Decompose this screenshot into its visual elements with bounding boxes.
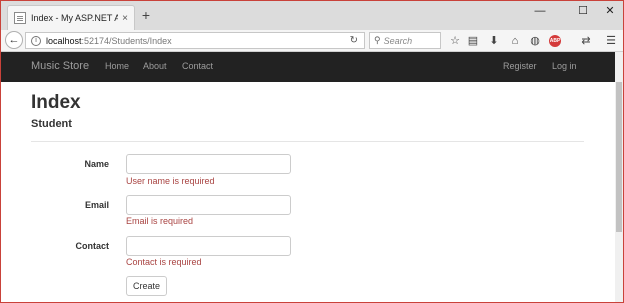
back-button[interactable]: ← [5, 31, 23, 49]
create-button[interactable]: Create [126, 276, 167, 296]
url-path: :52174/Students/Index [81, 35, 172, 46]
browser-toolbar: ← i localhost:52174/Students/Index ↻ ⚲ S… [1, 30, 623, 52]
tab-title: Index - My ASP.NET Applica [31, 13, 118, 23]
nav-link-home[interactable]: Home [105, 61, 129, 71]
browser-tab[interactable]: Index - My ASP.NET Applica × [7, 5, 135, 30]
reader-icon[interactable]: ▤ [466, 34, 480, 48]
email-error: Email is required [126, 216, 194, 226]
star-icon[interactable]: ☆ [448, 34, 462, 48]
url-host: localhost [46, 35, 82, 46]
page-favicon-icon [14, 12, 26, 24]
pocket-icon[interactable]: ◍ [528, 34, 542, 48]
search-icon: ⚲ [374, 35, 381, 45]
nav-link-register[interactable]: Register [503, 61, 537, 71]
info-icon[interactable]: i [31, 35, 41, 46]
site-navbar: Music Store Home About Contact Register … [1, 52, 615, 82]
contact-error: Contact is required [126, 257, 202, 267]
page-subtitle: Student [31, 118, 72, 130]
email-field[interactable] [126, 195, 291, 215]
menu-icon[interactable]: ☰ [604, 34, 618, 48]
tab-close-icon[interactable]: × [122, 13, 128, 24]
search-input[interactable]: ⚲ Search [369, 32, 441, 49]
download-icon[interactable]: ⬇ [487, 34, 501, 48]
nav-link-login[interactable]: Log in [552, 61, 577, 71]
tab-strip: Index - My ASP.NET Applica × + — ☐ ✕ [1, 1, 623, 30]
contact-label: Contact [75, 241, 110, 251]
reload-icon[interactable]: ↻ [350, 35, 358, 46]
minimize-button[interactable]: — [530, 3, 550, 19]
divider [31, 141, 584, 142]
scrollbar-thumb[interactable] [616, 82, 622, 232]
browser-window: Index - My ASP.NET Applica × + — ☐ ✕ ← i… [0, 0, 624, 303]
brand-link[interactable]: Music Store [31, 60, 89, 72]
name-label: Name [84, 159, 109, 169]
address-bar[interactable]: i localhost:52174/Students/Index ↻ [25, 32, 365, 49]
maximize-button[interactable]: ☐ [573, 3, 593, 19]
close-window-button[interactable]: ✕ [600, 3, 620, 19]
new-tab-button[interactable]: + [139, 8, 153, 22]
page-title: Index [31, 92, 81, 113]
adblock-icon[interactable]: ABP [549, 35, 561, 47]
name-error: User name is required [126, 176, 215, 186]
search-placeholder: Search [383, 35, 413, 46]
extensions-icon[interactable]: ⇄ [579, 34, 593, 48]
name-field[interactable] [126, 154, 291, 174]
contact-field[interactable] [126, 236, 291, 256]
email-label: Email [84, 200, 109, 210]
vertical-scrollbar[interactable] [615, 52, 623, 302]
nav-link-contact[interactable]: Contact [182, 61, 213, 71]
nav-link-about[interactable]: About [143, 61, 167, 71]
home-icon[interactable]: ⌂ [508, 34, 522, 48]
